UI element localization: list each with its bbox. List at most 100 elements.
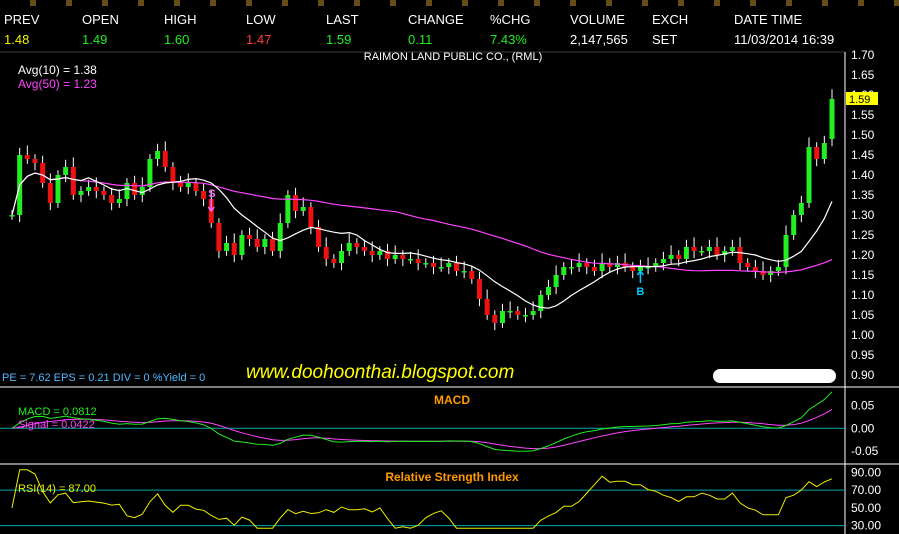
candle-body — [224, 243, 230, 251]
candle-body — [691, 247, 697, 251]
candle-body — [430, 263, 436, 267]
candle-body — [300, 207, 306, 211]
candle-body — [714, 247, 720, 255]
price-tick-label: 1.20 — [851, 248, 875, 262]
candle-body — [453, 263, 459, 271]
candle-body — [568, 267, 574, 269]
candle-body — [530, 311, 536, 315]
candle-body — [369, 251, 375, 255]
candle-body — [32, 159, 38, 163]
candle-body — [254, 239, 260, 247]
candle-body — [446, 263, 452, 267]
price-tick-label: 1.30 — [851, 208, 875, 222]
macd-tick-label: 0.00 — [851, 421, 875, 435]
candle-body — [47, 183, 53, 203]
macd-tick-label: 0.05 — [851, 399, 875, 413]
candle-body — [270, 239, 276, 251]
candle-body — [339, 251, 345, 263]
candle-body — [239, 235, 245, 255]
macd-tick-label: -0.05 — [851, 444, 879, 458]
candle-body — [706, 247, 712, 251]
buy-arrow-icon — [636, 269, 645, 283]
price-tick-label: 1.55 — [851, 108, 875, 122]
candle-body — [791, 215, 797, 235]
candle-body — [576, 263, 582, 267]
candle-body — [377, 251, 383, 255]
candle-body — [545, 287, 551, 295]
price-tick-label: 1.65 — [851, 68, 875, 82]
price-legend-1: Avg(50) = 1.23 — [18, 77, 97, 91]
price-tick-label: 1.05 — [851, 308, 875, 322]
fundamentals-text: PE = 7.62 EPS = 0.21 DIV = 0 %Yield = 0 — [2, 372, 205, 384]
rsi-tick-label: 30.00 — [851, 519, 881, 533]
candle-body — [162, 151, 168, 167]
macd-legend-1: Signal = 0.0422 — [18, 419, 95, 431]
price-tick-label: 1.25 — [851, 228, 875, 242]
price-tick-label: 1.10 — [851, 288, 875, 302]
candle-body — [484, 299, 490, 315]
candle-body — [737, 247, 743, 263]
candles-group — [9, 89, 835, 331]
candle-body — [829, 99, 835, 139]
price-tick-label: 1.70 — [851, 48, 875, 62]
candle-body — [507, 311, 513, 313]
price-tick-label: 1.35 — [851, 188, 875, 202]
candle-body — [170, 167, 176, 183]
price-tick-label: 1.15 — [851, 268, 875, 282]
blog-watermark: www.doohoonthai.blogspot.com — [246, 362, 514, 383]
price-tick-label: 1.50 — [851, 128, 875, 142]
candle-body — [70, 167, 76, 195]
candle-body — [660, 259, 666, 263]
rsi-tick-label: 50.00 — [851, 501, 881, 515]
candle-body — [63, 167, 69, 175]
candle-body — [476, 279, 482, 299]
candle-body — [132, 183, 138, 195]
candle-body — [109, 195, 115, 203]
buy-signal-label: B — [636, 286, 644, 298]
candle-body — [316, 227, 322, 247]
candle-body — [354, 243, 360, 247]
candle-body — [86, 187, 92, 191]
candle-body — [247, 235, 253, 239]
candle-body — [139, 187, 145, 195]
candle-body — [676, 255, 682, 259]
rsi-tick-label: 70.00 — [851, 483, 881, 497]
macd-line — [11, 391, 833, 452]
candle-body — [630, 267, 636, 271]
candle-body — [699, 251, 705, 253]
candle-body — [308, 207, 314, 227]
candle-body — [645, 267, 651, 269]
last-price-marker-label: 1.59 — [849, 94, 870, 106]
candle-body — [147, 159, 153, 187]
candle-body — [400, 255, 406, 259]
candle-body — [461, 271, 467, 273]
candle-body — [40, 163, 46, 183]
candle-body — [538, 295, 544, 311]
candle-body — [155, 151, 161, 159]
candle-body — [553, 275, 559, 287]
candle-body — [178, 183, 184, 187]
price-chart-title: RAIMON LAND PUBLIC CO., (RML) — [364, 51, 542, 63]
candle-body — [469, 271, 475, 279]
price-tick-label: 1.40 — [851, 168, 875, 182]
candle-body — [415, 259, 421, 263]
candle-body — [116, 199, 122, 203]
candle-body — [93, 187, 99, 191]
candle-body — [775, 267, 781, 271]
candle-body — [522, 315, 528, 317]
candle-body — [216, 223, 222, 251]
candle-body — [231, 243, 237, 255]
candle-body — [806, 147, 812, 203]
price-tick-label: 1.00 — [851, 328, 875, 342]
candle-body — [729, 247, 735, 251]
price-tick-label: 0.95 — [851, 348, 875, 362]
macd-legend-0: MACD = 0.0812 — [18, 406, 97, 418]
candle-body — [814, 147, 820, 159]
candle-body — [346, 243, 352, 251]
candle-body — [185, 183, 191, 187]
candle-body — [293, 195, 299, 211]
candle-body — [9, 215, 15, 217]
candle-body — [745, 263, 751, 267]
candle-body — [193, 183, 199, 191]
macd-panel-title: MACD — [434, 393, 470, 407]
